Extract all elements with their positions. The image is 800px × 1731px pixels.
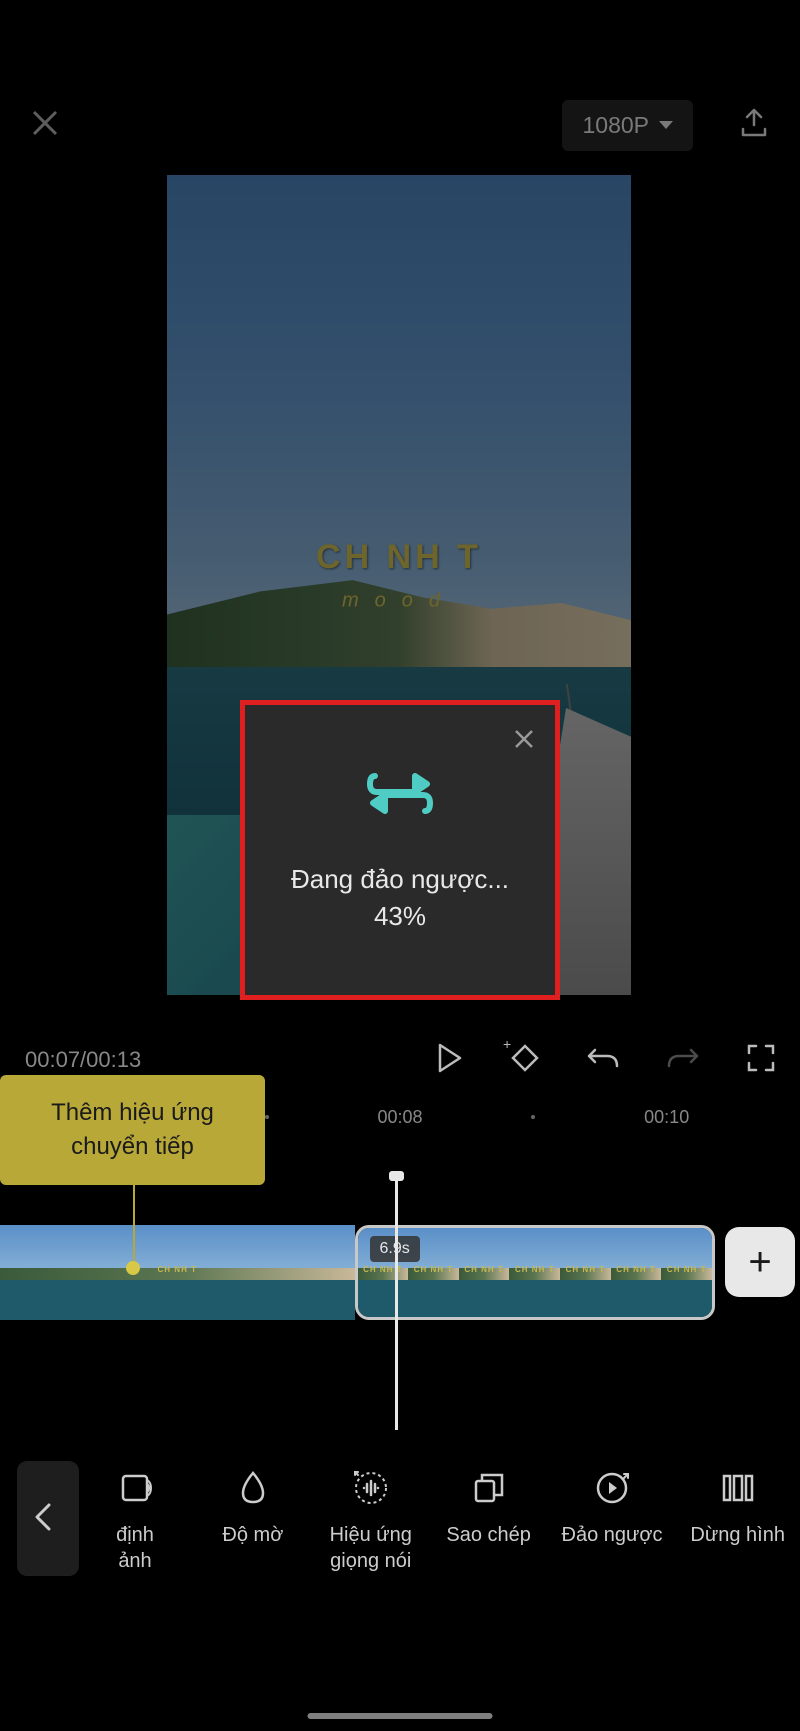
app-logo-icon xyxy=(365,766,435,826)
header: 1080P xyxy=(0,95,800,155)
stabilize-icon xyxy=(117,1468,153,1508)
home-indicator[interactable] xyxy=(308,1713,493,1719)
redo-icon xyxy=(667,1044,699,1072)
play-button[interactable] xyxy=(437,1043,463,1078)
close-button[interactable] xyxy=(30,103,60,148)
undo-button[interactable] xyxy=(587,1044,619,1077)
thumb-text: CH NH T xyxy=(566,1265,605,1274)
clip-wrap: CH NH T 6.9s CH NH T CH NH T CH NH T CH … xyxy=(0,1225,715,1320)
thumb-text: CH NH T xyxy=(515,1265,554,1274)
freeze-icon xyxy=(720,1468,756,1508)
close-icon xyxy=(513,728,535,750)
tool-label: Sao chép xyxy=(446,1522,531,1548)
preview-title: CH NH T xyxy=(316,538,482,577)
thumb-text: CH NH T xyxy=(464,1265,503,1274)
play-icon xyxy=(437,1043,463,1073)
resolution-button[interactable]: 1080P xyxy=(562,100,693,151)
thumb-text: CH NH T xyxy=(667,1265,706,1274)
dialog-close-button[interactable] xyxy=(513,725,535,757)
transition-tooltip[interactable]: Thêm hiệu ứng chuyển tiếp xyxy=(0,1075,265,1185)
chevron-down-icon xyxy=(659,121,673,129)
tool-stabilize[interactable]: định ảnh xyxy=(90,1468,180,1574)
thumb-text: CH NH T xyxy=(616,1265,655,1274)
ruler-time: 00:08 xyxy=(377,1107,422,1127)
clip-thumbnail: CH NH T xyxy=(560,1228,611,1317)
ruler-segment: 00:08 xyxy=(267,1107,534,1128)
tool-label: Hiệu ứng giọng nói xyxy=(330,1522,412,1574)
tooltip-pointer-line xyxy=(133,1185,135,1270)
clip-thumbnail: CH NH T xyxy=(509,1228,560,1317)
redo-button[interactable] xyxy=(667,1044,699,1077)
tooltip-text: Thêm hiệu ứng chuyển tiếp xyxy=(15,1096,250,1163)
voice-effect-icon xyxy=(352,1468,390,1508)
opacity-icon xyxy=(237,1468,269,1508)
add-clip-button[interactable]: + xyxy=(725,1227,795,1297)
tool-label: Độ mờ xyxy=(222,1522,283,1548)
bottom-toolbar: định ảnh Độ mờ Hiệu ứng giọng nói Sao ch… xyxy=(0,1446,800,1596)
preview-subtitle: mood xyxy=(342,590,456,613)
progress-dialog: Đang đảo ngược... 43% xyxy=(240,700,560,1000)
undo-icon xyxy=(587,1044,619,1072)
tool-reverse[interactable]: Đảo ngược xyxy=(562,1468,663,1574)
chevron-left-icon xyxy=(34,1502,52,1540)
resolution-label: 1080P xyxy=(582,112,649,139)
tooltip-pointer-dot xyxy=(126,1261,140,1275)
preview-sky xyxy=(167,175,631,651)
dialog-text: Đang đảo ngược... 43% xyxy=(270,861,530,934)
clip-thumbnail[interactable]: CH NH T xyxy=(0,1225,355,1320)
clip-thumbnail: CH NH T xyxy=(661,1228,712,1317)
clip-thumbnail: CH NH T xyxy=(611,1228,662,1317)
export-button[interactable] xyxy=(738,107,770,144)
export-icon xyxy=(738,107,770,139)
time-display: 00:07/00:13 xyxy=(25,1047,141,1073)
control-icons: + xyxy=(437,1043,775,1078)
tool-label: Đảo ngược xyxy=(562,1522,663,1548)
header-right: 1080P xyxy=(562,100,770,151)
tool-copy[interactable]: Sao chép xyxy=(444,1468,534,1574)
tool-label: Dừng hình xyxy=(690,1522,785,1548)
plus-icon: + xyxy=(748,1240,771,1285)
diamond-icon xyxy=(511,1044,539,1072)
toolbar-back-button[interactable] xyxy=(5,1461,80,1581)
plus-badge-icon: + xyxy=(503,1036,511,1052)
selected-clip[interactable]: 6.9s CH NH T CH NH T CH NH T CH NH T CH … xyxy=(355,1225,716,1320)
clip-thumbnail: CH NH T xyxy=(459,1228,510,1317)
tool-freeze[interactable]: Dừng hình xyxy=(690,1468,785,1574)
reverse-icon xyxy=(594,1468,630,1508)
playhead[interactable] xyxy=(395,1175,398,1430)
ruler-segment: 00:10 xyxy=(533,1107,800,1128)
thumb-text: CH NH T xyxy=(158,1265,197,1274)
fullscreen-icon xyxy=(747,1044,775,1072)
copy-icon xyxy=(472,1468,506,1508)
thumb-text: CH NH T xyxy=(414,1265,453,1274)
tools-row: định ảnh Độ mờ Hiệu ứng giọng nói Sao ch… xyxy=(80,1468,795,1574)
ruler-time: 00:10 xyxy=(644,1107,689,1127)
keyframe-button[interactable]: + xyxy=(511,1044,539,1077)
fullscreen-button[interactable] xyxy=(747,1044,775,1077)
close-icon xyxy=(30,108,60,138)
tool-opacity[interactable]: Độ mờ xyxy=(208,1468,298,1574)
timeline[interactable]: CH NH T 6.9s CH NH T CH NH T CH NH T CH … xyxy=(0,1225,800,1320)
tool-voice-effect[interactable]: Hiệu ứng giọng nói xyxy=(326,1468,416,1574)
tool-label: định ảnh xyxy=(116,1522,154,1574)
